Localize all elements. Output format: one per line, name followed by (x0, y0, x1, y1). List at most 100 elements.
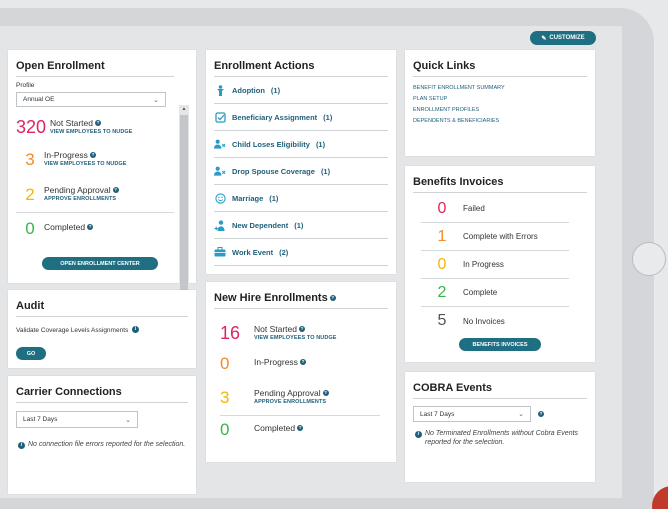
help-icon[interactable]: ? (89, 152, 96, 159)
audit-row: Validate Coverage Levels Assignments i (16, 326, 188, 334)
action-count: (1) (269, 193, 279, 203)
pencil-icon: ✎ (541, 35, 547, 42)
audit-go-button[interactable]: GO (16, 347, 46, 360)
invoice-label: Complete (463, 288, 498, 297)
audit-card: Audit Validate Coverage Levels Assignmen… (8, 290, 196, 368)
action-drop-spouse-coverage[interactable]: Drop Spouse Coverage (1) (214, 158, 388, 185)
info-icon[interactable]: i (132, 326, 140, 333)
briefcase-icon (214, 247, 226, 257)
oe-nudge-link[interactable]: VIEW EMPLOYEES TO NUDGE (50, 129, 133, 135)
nh-completed-count: 0 (220, 419, 230, 439)
benefits-invoices-title: Benefits Invoices (413, 166, 587, 193)
home-button (632, 242, 666, 276)
benefits-invoices-button[interactable]: BENEFITS INVOICES (459, 338, 541, 351)
carrier-note-text: No connection file errors reported for t… (28, 441, 186, 448)
nh-in-progress-label: In-Progress (254, 357, 298, 368)
quick-link-dependents-beneficiaries[interactable]: DEPENDENTS & BENEFICIARIES (413, 116, 587, 127)
person-remove-icon (214, 139, 226, 149)
action-child-loses-eligibility[interactable]: Child Loses Eligibility (1) (214, 131, 388, 158)
cobra-events-card: COBRA Events Last 7 Days ⌄ ? i No Termin… (405, 372, 595, 482)
action-count: (1) (320, 166, 331, 176)
help-icon[interactable]: ? (297, 425, 304, 432)
oe-in-progress-nudge-link[interactable]: VIEW EMPLOYEES TO NUDGE (44, 161, 127, 167)
open-enrollment-center-button[interactable]: OPEN ENROLLMENT CENTER (42, 257, 158, 270)
nh-nudge-link[interactable]: VIEW EMPLOYEES TO NUDGE (254, 335, 337, 341)
cobra-note-text: No Terminated Enrollments without Cobra … (425, 430, 579, 446)
help-icon[interactable]: ? (322, 389, 329, 396)
help-icon[interactable]: ? (329, 295, 336, 301)
action-count: (1) (270, 85, 281, 95)
help-icon[interactable]: ? (299, 359, 306, 366)
open-enrollment-stats: 320 Not Started? VIEW EMPLOYEES TO NUDGE … (16, 113, 174, 243)
profile-select[interactable]: Annual OE ⌄ (16, 92, 166, 107)
chevron-down-icon: ⌄ (153, 96, 159, 104)
quick-link-plan-setup[interactable]: PLAN SETUP (413, 94, 587, 105)
oe-not-started: 320 Not Started? VIEW EMPLOYEES TO NUDGE (16, 113, 174, 141)
invoice-count: 0 (437, 255, 447, 273)
help-icon[interactable]: ? (112, 186, 119, 193)
cobra-range-row: Last 7 Days ⌄ ? (413, 406, 587, 422)
cobra-range-select[interactable]: Last 7 Days ⌄ (413, 406, 531, 422)
oe-not-started-label: Not Started (50, 117, 93, 128)
chevron-down-icon: ⌄ (125, 416, 131, 424)
help-icon[interactable]: ? (299, 325, 305, 332)
action-adoption[interactable]: Adoption (1) (214, 77, 388, 104)
scroll-up-icon[interactable]: ▲ (179, 106, 189, 112)
carrier-range-select[interactable]: Last 7 Days ⌄ (16, 411, 138, 428)
action-marriage[interactable]: Marriage (1) (214, 185, 388, 212)
audit-text: Validate Coverage Levels Assignments (16, 327, 129, 334)
cobra-note: i No Terminated Enrollments without Cobr… (413, 430, 587, 448)
action-new-dependent[interactable]: New Dependent (1) (214, 212, 388, 239)
nh-pending-approval: 3 Pending Approval? APPROVE ENROLLMENTS (220, 379, 380, 415)
person-icon (214, 84, 226, 96)
oe-completed-count: 0 (25, 218, 35, 238)
profile-label: Profile (16, 82, 35, 89)
scrollbar-thumb[interactable] (180, 115, 188, 311)
quick-link-benefit-enrollment-summary[interactable]: BENEFIT ENROLLMENT SUMMARY (413, 83, 587, 94)
action-beneficiary-assignment[interactable]: Beneficiary Assignment (1) (214, 104, 388, 131)
new-hire-title: New Hire Enrollments (214, 292, 328, 304)
oe-approve-link[interactable]: APPROVE ENROLLMENTS (44, 196, 119, 202)
nh-approve-link[interactable]: APPROVE ENROLLMENTS (254, 399, 329, 405)
carrier-title: Carrier Connections (16, 376, 188, 403)
help-icon[interactable]: ? (95, 119, 101, 126)
oe-completed-label: Completed (44, 222, 86, 233)
nh-in-progress: 0 In-Progress? (220, 349, 380, 377)
action-work-event[interactable]: Work Event (2) (214, 239, 388, 266)
help-icon[interactable]: ? (538, 411, 544, 417)
person-remove-icon (214, 166, 226, 176)
chevron-down-icon: ⌄ (518, 411, 524, 418)
action-label: Work Event (232, 247, 274, 257)
new-hire-stats: 16 Not Started? VIEW EMPLOYEES TO NUDGE 0… (220, 319, 380, 442)
cobra-range-value: Last 7 Days (420, 410, 455, 418)
new-hire-header: New Hire Enrollments? (214, 282, 388, 309)
help-icon[interactable]: ? (87, 224, 94, 231)
oe-in-progress-count: 3 (25, 150, 35, 169)
info-icon: i (415, 431, 422, 438)
carrier-note: i No connection file errors reported for… (16, 441, 188, 450)
action-label: Marriage (232, 193, 264, 203)
invoice-row-no-invoices: 5 No Invoices (421, 307, 569, 335)
nh-not-started-count: 16 (220, 323, 241, 343)
customize-label: CUSTOMIZE (549, 35, 585, 41)
invoice-label: In Progress (463, 260, 504, 269)
audit-title: Audit (16, 290, 188, 317)
carrier-connections-card: Carrier Connections Last 7 Days ⌄ i No c… (8, 376, 196, 494)
nh-not-started: 16 Not Started? VIEW EMPLOYEES TO NUDGE (220, 319, 380, 347)
nh-completed: 0 Completed? (220, 416, 380, 442)
action-label: New Dependent (232, 220, 289, 230)
invoice-count: 1 (437, 227, 447, 245)
invoice-row-complete: 2 Complete (421, 279, 569, 307)
person-add-icon (214, 219, 226, 231)
oe-pending-label: Pending Approval (44, 184, 111, 195)
customize-button[interactable]: ✎ CUSTOMIZE (530, 31, 596, 45)
oe-pending-approval: 2 Pending Approval? APPROVE ENROLLMENTS (16, 176, 174, 212)
action-label: Beneficiary Assignment (232, 112, 318, 122)
carrier-range-value: Last 7 Days (23, 416, 58, 423)
invoice-row-complete-with-errors: 1 Complete with Errors (421, 223, 569, 251)
oe-in-progress-label: In-Progress (44, 150, 88, 161)
invoice-row-failed: 0 Failed (421, 195, 569, 223)
checkbox-icon (214, 111, 226, 123)
quick-link-enrollment-profiles[interactable]: ENROLLMENT PROFILES (413, 105, 587, 116)
invoice-count: 2 (437, 283, 447, 301)
